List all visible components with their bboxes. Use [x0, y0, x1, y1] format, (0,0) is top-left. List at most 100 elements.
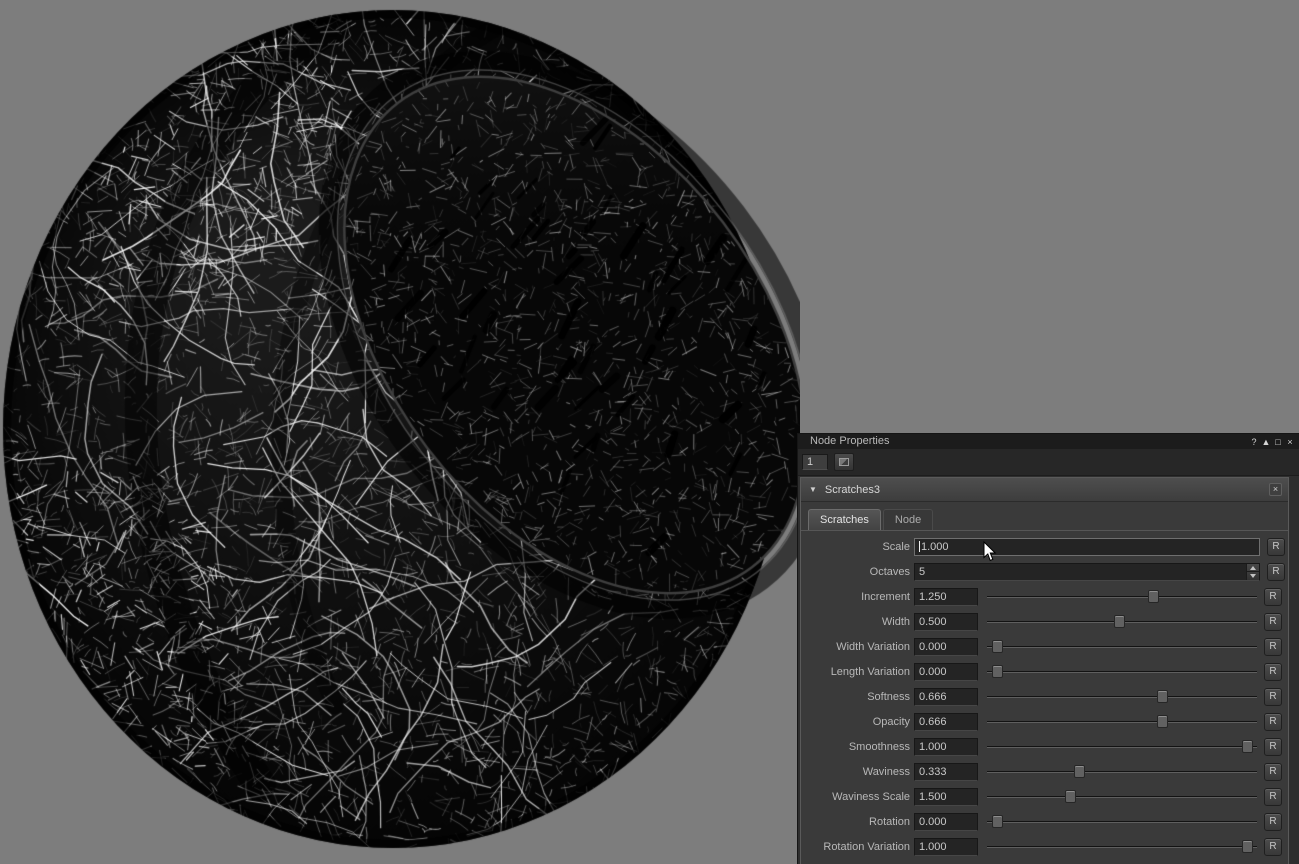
param-slider[interactable] [987, 813, 1257, 831]
param-list: Scale1.000ROctaves5RIncrement1.250RWidth… [801, 531, 1288, 859]
param-value-field[interactable]: 0.666 [914, 688, 978, 706]
slider-track [987, 821, 1257, 822]
slider-knob[interactable] [1114, 615, 1125, 628]
reset-button[interactable]: R [1267, 538, 1285, 556]
spinner-down-icon[interactable] [1247, 572, 1259, 580]
param-row-scale: Scale1.000R [801, 534, 1288, 559]
slider-knob[interactable] [1157, 715, 1168, 728]
help-icon[interactable]: ? [1248, 435, 1260, 449]
pin-icon[interactable]: ▲ [1260, 435, 1272, 449]
param-value-field[interactable]: 0.666 [914, 713, 978, 731]
node-header[interactable]: ▼ Scratches3 × [801, 478, 1288, 502]
param-label: Waviness [804, 766, 910, 778]
slider-track [987, 696, 1257, 697]
application-window: Node Properties ?▲□× ▼ Scratches3 × Scra… [0, 0, 1299, 864]
reset-button[interactable]: R [1264, 813, 1282, 831]
param-value-field[interactable]: 0.000 [914, 813, 978, 831]
restore-icon[interactable]: □ [1272, 435, 1284, 449]
param-value-field[interactable]: 0.333 [914, 763, 978, 781]
tab-scratches[interactable]: Scratches [808, 509, 881, 530]
param-row-width: Width 0.500 R [801, 609, 1288, 634]
slider-knob[interactable] [1242, 840, 1253, 853]
param-label: Rotation [804, 816, 910, 828]
param-row-width-variation: Width Variation 0.000 R [801, 634, 1288, 659]
node-properties-panel: Node Properties ?▲□× ▼ Scratches3 × Scra… [797, 433, 1299, 864]
param-slider[interactable] [987, 638, 1257, 656]
reset-button[interactable]: R [1264, 613, 1282, 631]
reset-button[interactable]: R [1264, 688, 1282, 706]
collapse-arrow-icon[interactable]: ▼ [809, 485, 817, 494]
slider-track [987, 646, 1257, 647]
slider-knob[interactable] [1148, 590, 1159, 603]
param-row-waviness-scale: Waviness Scale 1.500 R [801, 784, 1288, 809]
tab-bar: ScratchesNode [801, 502, 1288, 531]
param-slider[interactable] [987, 663, 1257, 681]
param-value-field[interactable]: 1.000 [914, 738, 978, 756]
param-label: Increment [804, 591, 910, 603]
image-icon [839, 458, 849, 466]
param-slider[interactable] [987, 688, 1257, 706]
reset-button[interactable]: R [1267, 563, 1285, 581]
node-name: Scratches3 [825, 484, 880, 496]
tab-node[interactable]: Node [883, 509, 933, 530]
reset-button[interactable]: R [1264, 638, 1282, 656]
param-label: Width [804, 616, 910, 628]
slider-knob[interactable] [1074, 765, 1085, 778]
param-row-octaves: Octaves 5R [801, 559, 1288, 584]
spinner-buttons[interactable] [1246, 564, 1259, 580]
param-slider[interactable] [987, 588, 1257, 606]
param-row-smoothness: Smoothness 1.000 R [801, 734, 1288, 759]
param-slider[interactable] [987, 788, 1257, 806]
param-value-field[interactable]: 1.000 [914, 838, 978, 856]
param-label: Smoothness [804, 741, 910, 753]
slider-knob[interactable] [1065, 790, 1076, 803]
slider-track [987, 771, 1257, 772]
param-value-field[interactable]: 1.250 [914, 588, 978, 606]
param-label: Width Variation [804, 641, 910, 653]
material-preview-viewport[interactable] [0, 0, 800, 864]
param-row-increment: Increment 1.250 R [801, 584, 1288, 609]
node-group: ▼ Scratches3 × ScratchesNode Scale1.000R… [800, 477, 1289, 864]
param-slider[interactable] [987, 838, 1257, 856]
reset-button[interactable]: R [1264, 588, 1282, 606]
param-value-field[interactable]: 1.500 [914, 788, 978, 806]
close-icon[interactable]: × [1284, 435, 1296, 449]
param-value-field[interactable]: 0.500 [914, 613, 978, 631]
reset-button[interactable]: R [1264, 788, 1282, 806]
reset-button[interactable]: R [1264, 763, 1282, 781]
text-caret [919, 541, 920, 552]
preview-toggle-button[interactable] [834, 453, 854, 471]
param-row-waviness: Waviness 0.333 R [801, 759, 1288, 784]
param-row-length-variation: Length Variation 0.000 R [801, 659, 1288, 684]
param-label: Waviness Scale [804, 791, 910, 803]
slider-knob[interactable] [992, 665, 1003, 678]
reset-button[interactable]: R [1264, 738, 1282, 756]
slider-knob[interactable] [992, 640, 1003, 653]
slider-knob[interactable] [1242, 740, 1253, 753]
spinner-up-icon[interactable] [1247, 564, 1259, 573]
param-row-opacity: Opacity0.666R [801, 709, 1288, 734]
node-close-icon[interactable]: × [1269, 483, 1282, 496]
param-slider[interactable] [987, 713, 1257, 731]
param-label: Octaves [804, 566, 910, 578]
titlebar-icons: ?▲□× [1248, 435, 1296, 449]
slider-knob[interactable] [1157, 690, 1168, 703]
reset-button[interactable]: R [1264, 663, 1282, 681]
reset-button[interactable]: R [1264, 713, 1282, 731]
param-slider[interactable] [987, 738, 1257, 756]
param-value-field[interactable]: 0.000 [914, 638, 978, 656]
param-value-field[interactable]: 0.000 [914, 663, 978, 681]
slider-track [987, 796, 1257, 797]
slider-knob[interactable] [992, 815, 1003, 828]
param-value-field[interactable]: 1.000 [914, 538, 1260, 556]
param-value-field[interactable]: 5 [914, 563, 1260, 581]
panel-title: Node Properties [810, 434, 890, 449]
panel-titlebar[interactable]: Node Properties ?▲□× [798, 434, 1299, 449]
param-slider[interactable] [987, 763, 1257, 781]
param-slider[interactable] [987, 613, 1257, 631]
slider-track [987, 846, 1257, 847]
slider-track [987, 671, 1257, 672]
node-index-input[interactable] [802, 454, 828, 470]
param-label: Length Variation [804, 666, 910, 678]
reset-button[interactable]: R [1264, 838, 1282, 856]
